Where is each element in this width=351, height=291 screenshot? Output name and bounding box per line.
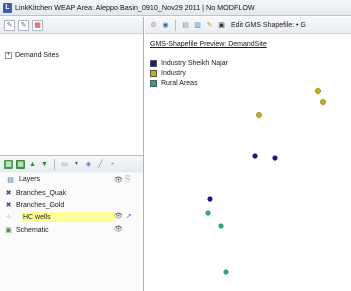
data-tree[interactable]: + Demand Sites [0, 35, 143, 170]
map-canvas[interactable] [145, 17, 351, 291]
layer-label: Branches_Quak [16, 189, 67, 197]
layers-header-label: Layers [19, 176, 41, 183]
layers-icon: ▤ [7, 176, 14, 184]
link-icon[interactable]: ⎘ [125, 176, 131, 184]
overflow-icon[interactable]: » [108, 160, 117, 169]
layer-item-branches-quak[interactable]: ✖ Branches_Quak [4, 188, 139, 198]
map-point-industry-sheikh-najar[interactable] [272, 155, 278, 161]
map-panel: ⚙ ◉ ▤ ▥ ✎ ▣ Edit GMS Shapefile: • G GMS-… [145, 17, 351, 291]
eye-icon[interactable]: 👁 [114, 176, 123, 184]
grid-icon[interactable]: ▦ [32, 19, 43, 31]
map-point-rural-areas[interactable] [205, 210, 211, 216]
layers-panel: ▤ Layers 👁 ⎘ ✖ Branches_Quak ✖ Branches_… [0, 173, 143, 291]
toolbar-separator [54, 158, 55, 170]
layer-item-branches-gold[interactable]: ✖ Branches_Gold [4, 200, 139, 210]
add-layer-icon[interactable]: ▦ [4, 159, 13, 169]
map-point-industry[interactable] [315, 88, 321, 94]
pencil-icon[interactable]: ✎ [4, 19, 15, 31]
visibility-eye-icon[interactable]: 👁 [114, 212, 123, 220]
branch-layer-icon: ✖ [5, 190, 12, 197]
tree-toolbar: ✎ ✎ ▦ [0, 17, 143, 34]
chevron-down-icon[interactable]: ▼ [72, 160, 81, 169]
move-down-icon[interactable]: ▼ [40, 160, 49, 169]
layers-toolbar: ▦ ▦ ▲ ▼ ▭ ▼ ◈ ╱ » [0, 155, 143, 172]
paint-icon[interactable]: ◈ [84, 160, 93, 169]
pointer-icon[interactable]: ➚ [126, 212, 132, 220]
layer-label: HC wells [23, 213, 51, 221]
layer-label: Schematic [16, 226, 49, 234]
remove-layer-icon[interactable]: ▦ [16, 159, 25, 169]
map-point-industry-sheikh-najar[interactable] [252, 153, 258, 159]
layer-label: Branches_Gold [16, 201, 65, 209]
tree-node-label: Demand Sites [15, 52, 59, 59]
map-point-industry-sheikh-najar[interactable] [207, 196, 213, 202]
tree-node-demand-sites[interactable]: + Demand Sites [5, 52, 59, 59]
expand-icon[interactable]: + [5, 52, 12, 59]
visibility-eye-icon[interactable]: 👁 [114, 225, 123, 233]
left-panel: ✎ ✎ ▦ + Demand Sites ▦ ▦ ▲ ▼ ▭ ▼ ◈ ╱ » ▤… [0, 17, 144, 291]
window-titlebar: L LinkKitchen WEAP Area: Aleppo Basin_09… [0, 0, 351, 16]
app-icon: L [3, 2, 12, 13]
schematic-layer-icon: ▣ [5, 227, 12, 234]
map-point-industry[interactable] [320, 99, 326, 105]
branch-layer-icon: ✖ [5, 202, 12, 209]
window-title: LinkKitchen WEAP Area: Aleppo Basin_0910… [15, 3, 255, 12]
map-point-rural-areas[interactable] [223, 269, 229, 275]
points-layer-icon: ⁘ [5, 213, 12, 221]
edit-icon[interactable]: ✎ [18, 19, 29, 31]
pen-icon[interactable]: ╱ [96, 160, 105, 169]
map-point-industry[interactable] [256, 112, 262, 118]
layer-options-icon[interactable]: ▭ [60, 160, 69, 169]
move-up-icon[interactable]: ▲ [28, 160, 37, 169]
map-point-rural-areas[interactable] [218, 223, 224, 229]
layers-header: ▤ Layers [6, 175, 40, 184]
layer-item-hc-wells[interactable]: HC wells [22, 212, 116, 222]
